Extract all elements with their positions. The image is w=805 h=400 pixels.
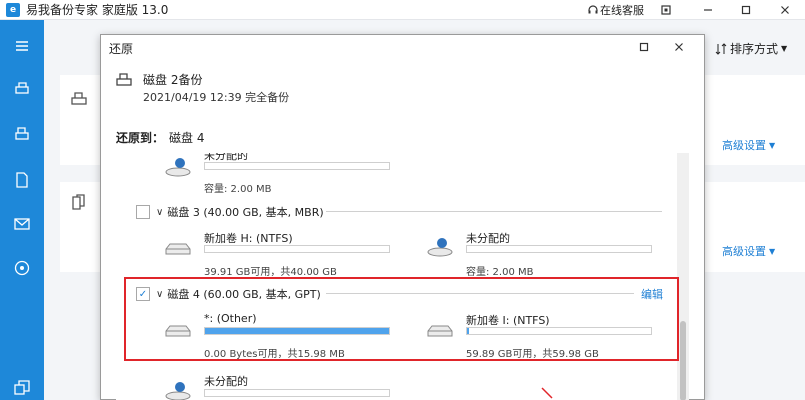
dialog-titlebar: 还原 [101, 35, 704, 59]
disk-icon [71, 92, 87, 105]
advanced-settings-label: 高级设置 [722, 245, 766, 258]
divider [326, 211, 662, 212]
app-title: 易我备份专家 家庭版 13.0 [26, 3, 169, 17]
partition-capacity: 39.91 GB可用，共40.00 GB [204, 267, 337, 278]
sidebar-item-clone[interactable] [10, 376, 34, 400]
main-titlebar: e 易我备份专家 家庭版 13.0 在线客服 [0, 0, 805, 20]
partition-capacity: 容量: 2.00 MB [204, 184, 272, 195]
scroll-thumb[interactable] [680, 321, 686, 400]
dialog-maximize-button[interactable] [629, 37, 659, 57]
clone-icon [14, 380, 30, 395]
source-name: 磁盘 2备份 [143, 73, 203, 87]
maximize-icon [639, 42, 649, 52]
unallocated-icon [427, 238, 453, 257]
partition-capacity: 容量: 2.00 MB [466, 267, 534, 278]
online-support-button[interactable]: 在线客服 [588, 2, 644, 18]
partition-usage-bar [466, 245, 652, 253]
online-support-label: 在线客服 [600, 4, 644, 17]
maximize-icon [741, 5, 751, 15]
app-logo-icon: e [6, 2, 20, 17]
mail-icon [14, 218, 30, 230]
minimize-button[interactable] [688, 0, 728, 20]
minimize-icon [704, 9, 712, 11]
partition-name: 新加卷 H: (NTFS) [204, 232, 293, 245]
close-button[interactable] [765, 0, 805, 20]
advanced-settings-button[interactable]: 高级设置 ▼ [722, 243, 775, 259]
sidebar-item-menu[interactable] [10, 34, 34, 58]
sidebar-item-restore[interactable] [10, 122, 34, 146]
dialog-title: 还原 [109, 42, 134, 56]
sidebar [0, 20, 44, 400]
close-icon [675, 43, 683, 51]
partition-name: 未分配的 [204, 375, 248, 388]
sort-button[interactable]: 排序方式 ▼ [715, 40, 787, 57]
red-arrow-icon [541, 387, 553, 399]
hamburger-icon [16, 41, 28, 51]
partition-usage-bar [204, 245, 390, 253]
advanced-settings-label: 高级设置 [722, 139, 766, 152]
highlight-box [124, 277, 679, 361]
window-menu-icon [661, 5, 671, 15]
disk-restore-icon [15, 127, 29, 140]
disk-drive-icon [165, 243, 191, 255]
chevron-down-icon[interactable]: ∨ [156, 207, 163, 218]
chevron-down-icon: ▼ [769, 246, 776, 256]
compass-icon [14, 260, 30, 276]
partition-usage-bar [204, 389, 390, 397]
partition-usage-bar [204, 162, 390, 170]
sort-icon [715, 42, 727, 55]
disk-3-label: 磁盘 3 (40.00 GB, 基本, MBR) [167, 206, 324, 219]
close-icon [781, 6, 789, 14]
disk-3-checkbox[interactable] [136, 205, 150, 219]
sidebar-item-tools[interactable] [10, 256, 34, 280]
target-label: 还原到： [116, 131, 165, 145]
disk-backup-icon [116, 73, 132, 86]
maximize-button[interactable] [726, 0, 766, 20]
unallocated-icon [165, 158, 191, 177]
window-menu-button[interactable] [646, 0, 686, 20]
partition-name: 未分配的 [466, 232, 510, 245]
sidebar-item-file[interactable] [10, 168, 34, 192]
dialog-close-button[interactable] [664, 37, 694, 57]
unallocated-icon [165, 382, 191, 400]
file-icon [16, 172, 28, 188]
disk-3-row[interactable]: ∨ 磁盘 3 (40.00 GB, 基本, MBR) [136, 204, 324, 220]
sidebar-item-mail[interactable] [10, 212, 34, 236]
sidebar-item-backup[interactable] [10, 76, 34, 100]
chevron-down-icon: ▼ [769, 140, 776, 150]
file-copy-icon [72, 194, 85, 210]
target-value: 磁盘 4 [169, 131, 205, 145]
headset-icon [588, 5, 598, 14]
disk-backup-icon [15, 82, 29, 94]
sort-label: 排序方式 [730, 42, 779, 56]
advanced-settings-button[interactable]: 高级设置 ▼ [722, 137, 775, 153]
source-subtitle: 2021/04/19 12:39 完全备份 [143, 91, 290, 104]
chevron-down-icon: ▼ [781, 44, 788, 53]
